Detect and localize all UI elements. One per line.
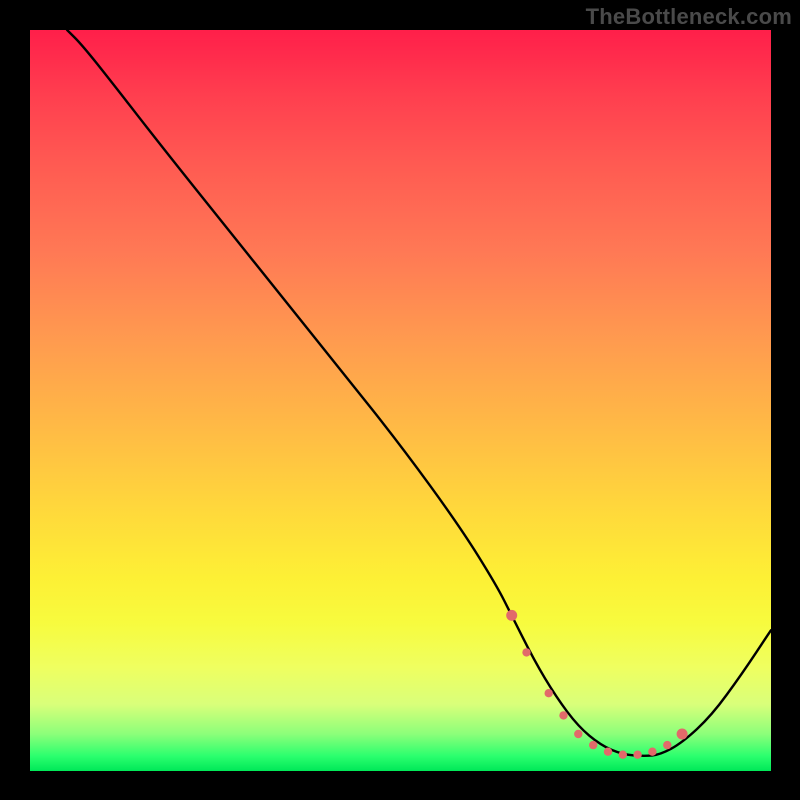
valley-marker-dot bbox=[663, 741, 671, 749]
valley-marker-dot bbox=[633, 751, 641, 759]
chart-stage: TheBottleneck.com bbox=[0, 0, 800, 800]
valley-marker-dot bbox=[677, 729, 688, 740]
valley-marker-dot bbox=[619, 751, 627, 759]
valley-marker-dot bbox=[506, 610, 517, 621]
valley-marker-dot bbox=[589, 741, 597, 749]
bottleneck-curve-line bbox=[67, 30, 771, 756]
valley-marker-dot bbox=[522, 648, 530, 656]
valley-marker-dot bbox=[545, 689, 553, 697]
valley-marker-dot bbox=[604, 748, 612, 756]
valley-marker-dot bbox=[559, 711, 567, 719]
watermark-text: TheBottleneck.com bbox=[586, 4, 792, 30]
plot-area bbox=[30, 30, 771, 771]
bottleneck-curve-svg bbox=[30, 30, 771, 771]
valley-marker-dot bbox=[648, 748, 656, 756]
valley-marker-group bbox=[506, 610, 687, 759]
valley-marker-dot bbox=[574, 730, 582, 738]
